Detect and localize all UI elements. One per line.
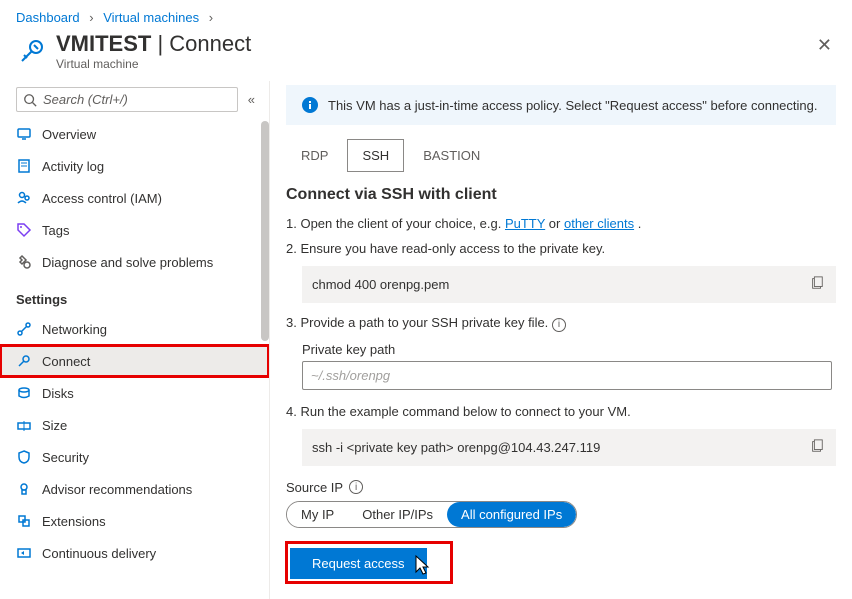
other-clients-link[interactable]: other clients <box>564 216 634 231</box>
search-placeholder: Search (Ctrl+/) <box>43 92 128 107</box>
tab-bastion[interactable]: BASTION <box>408 139 495 172</box>
sidebar-item-extensions[interactable]: Extensions <box>0 505 269 537</box>
sidebar-item-label: Connect <box>42 354 90 369</box>
sidebar-item-label: Tags <box>42 223 69 238</box>
section-heading: Connect via SSH with client <box>286 186 836 204</box>
sidebar-item-label: Size <box>42 418 67 433</box>
ssh-code: ssh -i <private key path> orenpg@104.43.… <box>302 429 836 466</box>
page-title: VMITEST | Connect <box>56 31 251 57</box>
breadcrumb-vms[interactable]: Virtual machines <box>103 10 199 25</box>
search-input[interactable]: Search (Ctrl+/) <box>16 87 238 112</box>
size-icon <box>16 417 32 433</box>
search-icon <box>23 93 37 107</box>
sidebar-item-label: Activity log <box>42 159 104 174</box>
putty-link[interactable]: PuTTY <box>505 216 545 231</box>
breadcrumb: Dashboard › Virtual machines › <box>0 0 852 31</box>
security-icon <box>16 449 32 465</box>
pill-other-ip[interactable]: Other IP/IPs <box>348 502 447 527</box>
sidebar-item-label: Diagnose and solve problems <box>42 255 213 270</box>
step-1: 1. Open the client of your choice, e.g. … <box>286 216 836 231</box>
sidebar-item-label: Overview <box>42 127 96 142</box>
diag-icon <box>16 254 32 270</box>
log-icon <box>16 158 32 174</box>
tag-icon <box>16 222 32 238</box>
sidebar-item-label: Advisor recommendations <box>42 482 192 497</box>
step-4: 4. Run the example command below to conn… <box>286 404 836 419</box>
breadcrumb-dashboard[interactable]: Dashboard <box>16 10 80 25</box>
page-header: VMITEST | Connect Virtual machine ✕ <box>0 31 852 81</box>
iam-icon <box>16 190 32 206</box>
sidebar-item-advisor-recommendations[interactable]: Advisor recommendations <box>0 473 269 505</box>
breadcrumb-separator: › <box>209 10 213 25</box>
advisor-icon <box>16 481 32 497</box>
request-access-button[interactable]: Request access <box>290 548 427 579</box>
sidebar-item-disks[interactable]: Disks <box>0 377 269 409</box>
copy-icon <box>810 439 824 453</box>
info-icon <box>302 97 318 113</box>
copy-button[interactable] <box>808 274 826 295</box>
request-access-highlight: Request access <box>286 542 452 583</box>
source-ip-selector: My IP Other IP/IPs All configured IPs <box>286 501 577 528</box>
sidebar-item-label: Networking <box>42 322 107 337</box>
pill-all-ips[interactable]: All configured IPs <box>447 502 576 527</box>
banner-text: This VM has a just-in-time access policy… <box>328 98 817 113</box>
breadcrumb-separator: › <box>89 10 93 25</box>
sidebar-item-label: Security <box>42 450 89 465</box>
step-3: 3. Provide a path to your SSH private ke… <box>286 315 836 332</box>
private-key-path-input[interactable] <box>302 361 832 390</box>
info-tooltip-icon[interactable]: i <box>552 318 566 332</box>
sidebar-item-connect[interactable]: Connect <box>0 345 269 377</box>
sidebar-item-size[interactable]: Size <box>0 409 269 441</box>
disk-icon <box>16 385 32 401</box>
copy-icon <box>810 276 824 290</box>
sidebar-item-networking[interactable]: Networking <box>0 313 269 345</box>
connect-tabs: RDP SSH BASTION <box>286 139 836 172</box>
step-2: 2. Ensure you have read-only access to t… <box>286 241 836 256</box>
sidebar-section-settings: Settings <box>0 278 269 313</box>
tab-ssh[interactable]: SSH <box>347 139 404 172</box>
sidebar-item-tags[interactable]: Tags <box>0 214 269 246</box>
sidebar-scrollbar[interactable] <box>261 121 269 599</box>
source-ip-label: Source IP i <box>286 480 836 495</box>
sidebar-item-label: Disks <box>42 386 74 401</box>
pill-my-ip[interactable]: My IP <box>287 502 348 527</box>
code-text: chmod 400 orenpg.pem <box>312 277 808 292</box>
net-icon <box>16 321 32 337</box>
monitor-icon <box>16 126 32 142</box>
info-banner: This VM has a just-in-time access policy… <box>286 85 836 125</box>
sidebar-item-overview[interactable]: Overview <box>0 118 269 150</box>
sidebar-item-security[interactable]: Security <box>0 441 269 473</box>
sidebar-item-activity-log[interactable]: Activity log <box>0 150 269 182</box>
sidebar-item-continuous-delivery[interactable]: Continuous delivery <box>0 537 269 569</box>
chmod-code: chmod 400 orenpg.pem <box>302 266 836 303</box>
ext-icon <box>16 513 32 529</box>
sidebar-item-diagnose-and-solve-problems[interactable]: Diagnose and solve problems <box>0 246 269 278</box>
sidebar-item-label: Access control (IAM) <box>42 191 162 206</box>
info-tooltip-icon[interactable]: i <box>349 480 363 494</box>
connect-icon <box>16 35 48 67</box>
page-subtitle: Virtual machine <box>56 57 251 71</box>
close-button[interactable]: ✕ <box>813 31 836 60</box>
key-path-label: Private key path <box>302 342 836 357</box>
sidebar-item-access-control-iam-[interactable]: Access control (IAM) <box>0 182 269 214</box>
connect-icon <box>16 353 32 369</box>
main-content: This VM has a just-in-time access policy… <box>270 81 852 599</box>
sidebar-item-label: Extensions <box>42 514 106 529</box>
sidebar: Search (Ctrl+/) « Overview Activity log Ac… <box>0 81 270 599</box>
sidebar-item-label: Continuous delivery <box>42 546 156 561</box>
code-text: ssh -i <private key path> orenpg@104.43.… <box>312 440 808 455</box>
tab-rdp[interactable]: RDP <box>286 139 343 172</box>
collapse-sidebar-button[interactable]: « <box>244 88 259 111</box>
copy-button[interactable] <box>808 437 826 458</box>
cursor-icon <box>414 554 432 576</box>
cd-icon <box>16 545 32 561</box>
